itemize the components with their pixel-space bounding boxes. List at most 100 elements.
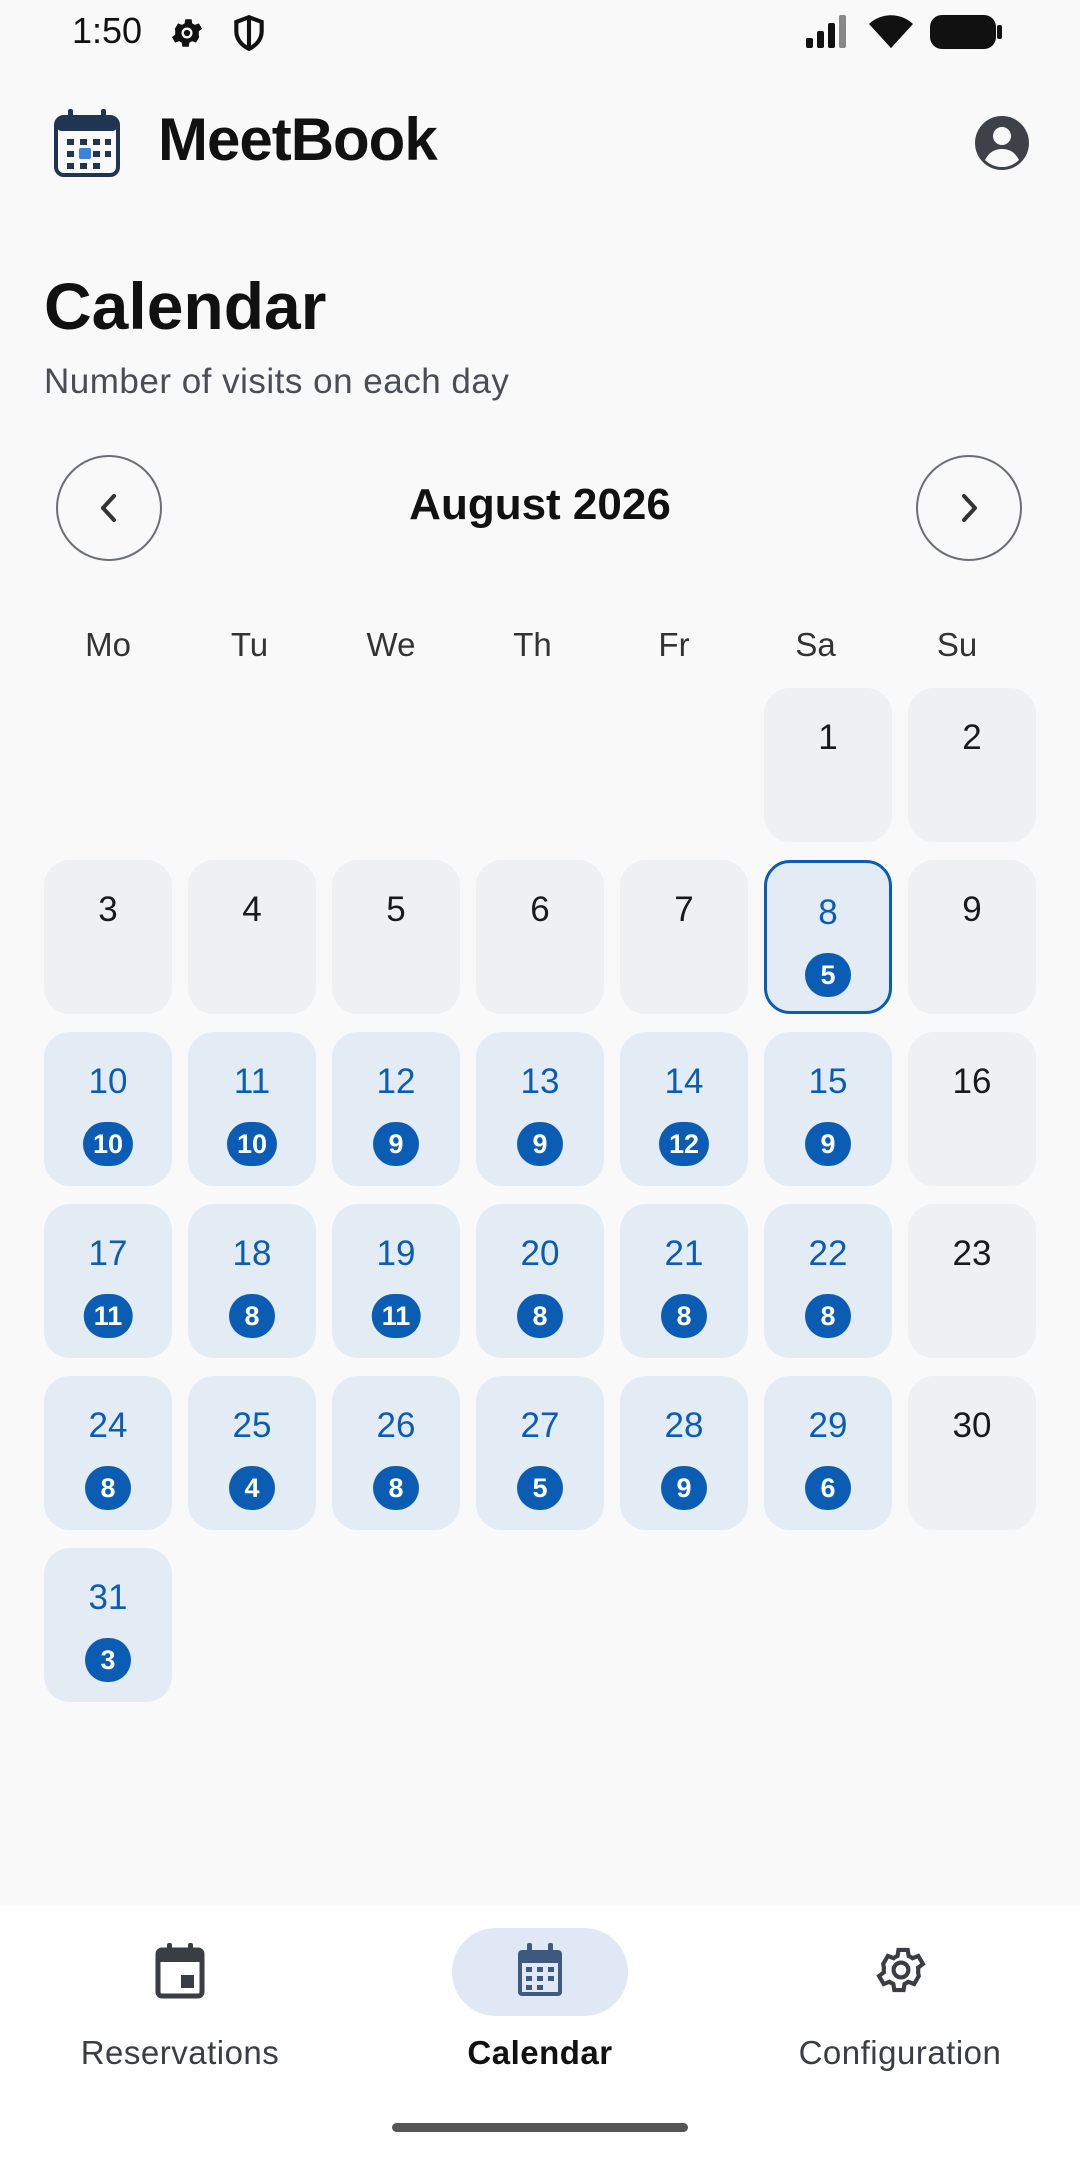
visit-count-badge: 12 xyxy=(658,1122,710,1166)
calendar-day-5[interactable]: 5 xyxy=(332,860,460,1014)
calendar-day-18[interactable]: 18 8 xyxy=(188,1204,316,1358)
day-number: 24 xyxy=(88,1406,128,1445)
visit-count-badge: 8 xyxy=(85,1466,131,1510)
page-subtitle: Number of visits on each day xyxy=(44,362,510,401)
account-circle-icon[interactable] xyxy=(974,115,1030,171)
weekday-label: We xyxy=(366,626,416,663)
day-number: 11 xyxy=(233,1062,271,1101)
calendar-day-2[interactable]: 2 xyxy=(908,688,1036,842)
calendar-day-10[interactable]: 10 10 xyxy=(44,1032,172,1186)
day-number: 7 xyxy=(674,890,694,929)
day-number: 28 xyxy=(664,1406,704,1445)
visit-count-badge: 10 xyxy=(226,1122,278,1166)
visit-count-badge: 8 xyxy=(229,1294,275,1338)
calendar-day-22[interactable]: 22 8 xyxy=(764,1204,892,1358)
status-bar: 1:50 xyxy=(0,0,1080,64)
app-bar: MeetBook xyxy=(0,95,1080,195)
weekday-label: Tu xyxy=(230,626,269,663)
nav-item-reservations[interactable]: Reservations xyxy=(0,1906,360,2106)
calendar-day-24[interactable]: 24 8 xyxy=(44,1376,172,1530)
next-month-button[interactable] xyxy=(916,455,1022,561)
visit-count-badge: 9 xyxy=(805,1122,851,1166)
day-number: 12 xyxy=(376,1062,416,1101)
app-title: MeetBook xyxy=(158,106,438,173)
calendar-day-7[interactable]: 7 xyxy=(620,860,748,1014)
cellular-signal-icon xyxy=(806,15,846,48)
day-number: 30 xyxy=(952,1406,992,1445)
day-number: 27 xyxy=(520,1406,560,1445)
calendar-day-11[interactable]: 11 10 xyxy=(188,1032,316,1186)
calendar-day-4[interactable]: 4 xyxy=(188,860,316,1014)
nav-label-calendar: Calendar xyxy=(467,2034,613,2071)
day-number: 19 xyxy=(376,1234,416,1273)
weekday-label: Su xyxy=(936,626,978,663)
weekday-label: Mo xyxy=(85,626,131,663)
calendar-day-29[interactable]: 29 6 xyxy=(764,1376,892,1530)
chevron-right-icon xyxy=(962,494,977,522)
day-number: 25 xyxy=(232,1406,272,1445)
day-number: 13 xyxy=(520,1062,560,1101)
day-number: 2 xyxy=(962,718,982,757)
visit-count-badge: 5 xyxy=(805,953,851,997)
calendar-day-31[interactable]: 31 3 xyxy=(44,1548,172,1702)
visit-count-badge: 3 xyxy=(85,1638,131,1682)
calendar-day-8[interactable]: 85 xyxy=(764,860,892,1014)
calendar-day-30[interactable]: 30 xyxy=(908,1376,1036,1530)
day-number: 4 xyxy=(242,890,262,929)
calendar-day-19[interactable]: 19 11 xyxy=(332,1204,460,1358)
nav-label-configuration: Configuration xyxy=(798,2034,1002,2071)
calendar-day-12[interactable]: 12 9 xyxy=(332,1032,460,1186)
weekday-header-row: Mo Tu We Th Fr Sa Su xyxy=(44,626,1036,676)
visit-count-badge: 5 xyxy=(517,1466,563,1510)
day-number: 20 xyxy=(520,1234,560,1273)
day-number: 1 xyxy=(818,718,838,757)
calendar-day-21[interactable]: 21 8 xyxy=(620,1204,748,1358)
weekday-label: Th xyxy=(513,626,552,663)
visit-count-badge: 8 xyxy=(517,1294,563,1338)
calendar-day-20[interactable]: 20 8 xyxy=(476,1204,604,1358)
day-number: 21 xyxy=(664,1234,704,1273)
day-number: 9 xyxy=(962,890,982,929)
visit-count-badge: 10 xyxy=(82,1122,134,1166)
day-number: 8 xyxy=(818,893,838,932)
calendar-day-1[interactable]: 1 xyxy=(764,688,892,842)
calendar-day-28[interactable]: 28 9 xyxy=(620,1376,748,1530)
day-number: 14 xyxy=(664,1062,704,1101)
calendar-day-27[interactable]: 27 5 xyxy=(476,1376,604,1530)
visit-count-badge: 4 xyxy=(229,1466,275,1510)
calendar-month-icon xyxy=(518,1943,562,1996)
day-number: 10 xyxy=(88,1062,128,1101)
bottom-navigation: Reservations Calendar Configuration xyxy=(0,1906,1080,2160)
visit-count-badge: 11 xyxy=(371,1294,421,1338)
home-indicator xyxy=(392,2123,688,2132)
calendar-day-15[interactable]: 15 9 xyxy=(764,1032,892,1186)
calendar-day-6[interactable]: 6 xyxy=(476,860,604,1014)
day-number: 23 xyxy=(952,1234,992,1273)
settings-gear-icon xyxy=(171,19,203,47)
calendar-day-3[interactable]: 3 xyxy=(44,860,172,1014)
calendar-day-13[interactable]: 13 9 xyxy=(476,1032,604,1186)
wifi-icon xyxy=(869,15,913,48)
day-number: 17 xyxy=(88,1234,128,1273)
calendar-day-16[interactable]: 16 xyxy=(908,1032,1036,1186)
calendar-day-9[interactable]: 9 xyxy=(908,860,1036,1014)
shield-icon xyxy=(234,14,264,52)
visit-count-badge: 9 xyxy=(373,1122,419,1166)
day-number: 26 xyxy=(376,1406,416,1445)
calendar-day-23[interactable]: 23 xyxy=(908,1204,1036,1358)
day-number: 5 xyxy=(386,890,406,929)
page-title: Calendar xyxy=(44,269,327,343)
day-number: 16 xyxy=(952,1062,992,1101)
calendar-event-icon xyxy=(155,1943,205,1999)
calendar-day-25[interactable]: 25 4 xyxy=(188,1376,316,1530)
calendar-day-17[interactable]: 17 11 xyxy=(44,1204,172,1358)
nav-item-configuration[interactable]: Configuration xyxy=(720,1906,1080,2106)
calendar-day-26[interactable]: 26 8 xyxy=(332,1376,460,1530)
calendar-day-14[interactable]: 14 12 xyxy=(620,1032,748,1186)
nav-item-calendar[interactable]: Calendar xyxy=(360,1906,720,2106)
visit-count-badge: 9 xyxy=(517,1122,563,1166)
day-number: 6 xyxy=(530,890,550,929)
visit-count-badge: 9 xyxy=(661,1466,707,1510)
day-number: 22 xyxy=(808,1234,848,1273)
weekday-label: Sa xyxy=(795,626,836,663)
